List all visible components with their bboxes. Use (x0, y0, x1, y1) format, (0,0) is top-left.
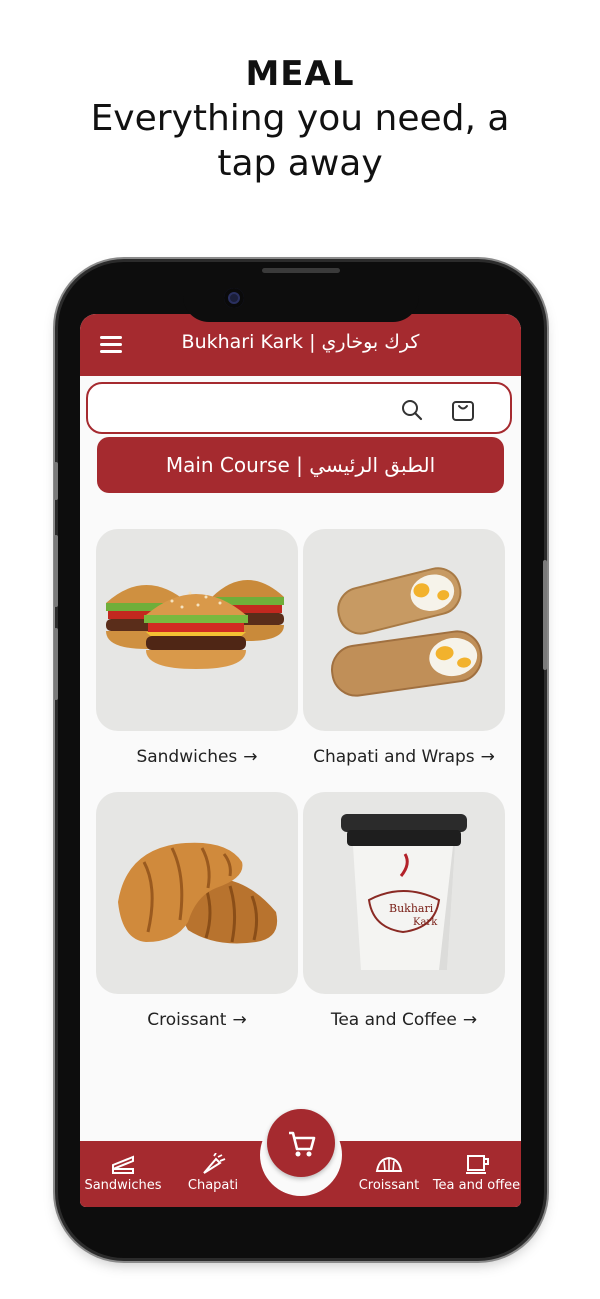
phone-volume-down-button (54, 628, 58, 700)
nav-label-sandwiches: Sandwiches (84, 1178, 162, 1193)
nav-item-chapati[interactable]: Chapati (170, 1141, 256, 1207)
search-icon[interactable] (400, 398, 424, 422)
app-screen: Bukhari Kark | كرك بوخاري Main Course | … (80, 314, 521, 1207)
phone-power-button (543, 560, 547, 670)
promo-subtitle: Everything you need, a tap away (90, 98, 510, 184)
cup-text-line2: Kark (413, 917, 438, 928)
search-input[interactable] (102, 392, 386, 426)
nav-item-croissant[interactable]: Croissant (346, 1141, 432, 1207)
cup-text-line1: Bukhari (389, 902, 434, 915)
category-label: Main Course | الطبق الرئيسي (165, 453, 436, 477)
category-banner[interactable]: Main Course | الطبق الرئيسي (97, 437, 504, 493)
category-card-label-chapati-and-wraps[interactable]: Chapati and Wraps → (294, 747, 514, 767)
search-bar (86, 382, 512, 434)
phone-volume-up-button (54, 535, 58, 607)
nav-item-tea-and-coffee[interactable]: Tea and offee (432, 1141, 521, 1207)
coffee-cup-image: Bukhari Kark (341, 814, 467, 970)
promo-title: MEAL (245, 54, 355, 94)
cart-icon (289, 1131, 316, 1157)
shopping-bag-icon[interactable] (450, 396, 476, 422)
category-card-label-sandwiches[interactable]: Sandwiches → (87, 747, 307, 767)
category-card-sandwiches[interactable] (96, 529, 298, 731)
category-card-chapati-and-wraps[interactable] (303, 529, 505, 731)
chapati-icon (203, 1153, 226, 1174)
phone-mute-button (54, 462, 58, 500)
nav-label-chapati: Chapati (187, 1178, 239, 1193)
arrow-right-icon: → (462, 1010, 478, 1030)
category-card-croissant[interactable] (96, 792, 298, 994)
nav-label-croissant: Croissant (358, 1178, 420, 1193)
nav-item-sandwiches[interactable]: Sandwiches (80, 1141, 166, 1207)
category-card-label-croissant[interactable]: Croissant → (87, 1010, 307, 1030)
croissant-icon (375, 1156, 403, 1172)
arrow-right-icon: → (232, 1010, 247, 1030)
phone-notch (183, 276, 419, 322)
croissant-image (118, 842, 278, 944)
front-camera (224, 288, 244, 308)
category-card-label-tea-and-coffee[interactable]: Tea and Coffee → (294, 1010, 514, 1030)
app-bar: Bukhari Kark | كرك بوخاري (80, 314, 521, 376)
category-card-tea-and-coffee[interactable]: Bukhari Kark (303, 792, 505, 994)
arrow-right-icon: → (243, 747, 258, 767)
coffee-icon (465, 1155, 489, 1174)
phone-speaker (262, 268, 340, 273)
home-cart-button[interactable] (267, 1109, 335, 1177)
burger-image (106, 580, 284, 669)
arrow-right-icon: → (480, 747, 495, 767)
wrap-image (331, 567, 483, 697)
sandwich-icon (112, 1155, 134, 1174)
app-title: Bukhari Kark | كرك بوخاري (181, 331, 420, 353)
hamburger-menu-icon[interactable] (100, 336, 122, 354)
nav-label-tea-and-coffee: Tea and offee (432, 1178, 521, 1193)
